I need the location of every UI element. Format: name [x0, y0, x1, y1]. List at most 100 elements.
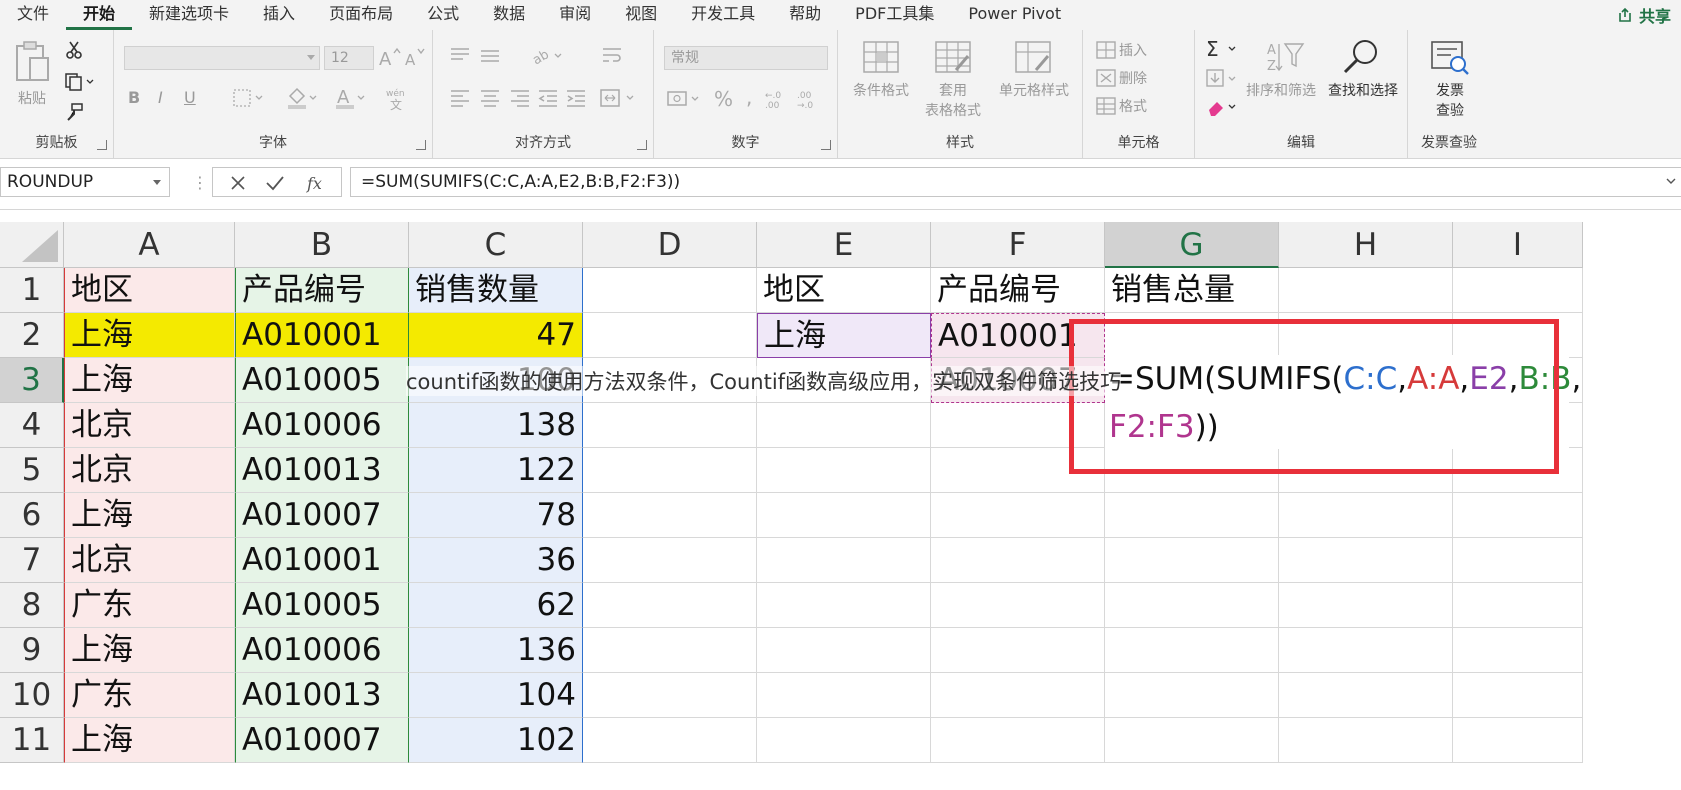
cell-h8[interactable]: [1279, 583, 1453, 628]
cell-d2[interactable]: [583, 313, 757, 358]
cell-a2[interactable]: 上海: [64, 313, 235, 358]
name-box-dropdown-icon[interactable]: [153, 180, 161, 185]
expand-formula-bar-icon[interactable]: [1665, 177, 1677, 187]
cell-d9[interactable]: [583, 628, 757, 673]
sort-filter-icon[interactable]: AZ: [1265, 40, 1305, 74]
decrease-decimal-icon[interactable]: .00 →.0: [796, 88, 826, 110]
conditional-format-label[interactable]: 条件格式: [844, 80, 918, 100]
decrease-font-icon[interactable]: A: [404, 46, 428, 68]
cell-b11[interactable]: A010007: [235, 718, 409, 763]
cell-h1[interactable]: [1279, 268, 1453, 313]
autosum-icon[interactable]: Σ: [1205, 38, 1239, 60]
cell-h6[interactable]: [1279, 493, 1453, 538]
cell-c4[interactable]: 138: [409, 403, 583, 448]
row-header-4[interactable]: 4: [0, 403, 64, 448]
cut-icon[interactable]: [64, 40, 84, 60]
tab-5[interactable]: 公式: [410, 0, 476, 30]
cell-styles-label[interactable]: 单元格样式: [992, 80, 1076, 100]
tab-1[interactable]: 开始: [66, 0, 133, 30]
cell-f5[interactable]: [931, 448, 1105, 493]
column-header-d[interactable]: D: [583, 222, 757, 268]
column-header-g[interactable]: G: [1105, 222, 1279, 268]
increase-decimal-icon[interactable]: ←.0.00: [764, 88, 794, 110]
cell-e2[interactable]: 上海: [757, 313, 931, 358]
cell-b6[interactable]: A010007: [235, 493, 409, 538]
row-header-11[interactable]: 11: [0, 718, 64, 763]
cell-f4[interactable]: [931, 403, 1105, 448]
row-header-3[interactable]: 3: [0, 358, 64, 403]
delete-cells-label[interactable]: 删除: [1119, 68, 1147, 88]
cell-h5[interactable]: [1279, 448, 1453, 493]
tab-2[interactable]: 新建选项卡: [132, 0, 246, 30]
cell-f2[interactable]: A010001: [931, 313, 1105, 358]
row-header-5[interactable]: 5: [0, 448, 64, 493]
column-header-h[interactable]: H: [1279, 222, 1453, 268]
cell-g9[interactable]: [1105, 628, 1279, 673]
cell-d7[interactable]: [583, 538, 757, 583]
cell-c3[interactable]: 100: [409, 358, 583, 403]
cell-a7[interactable]: 北京: [64, 538, 235, 583]
cell-a11[interactable]: 上海: [64, 718, 235, 763]
row-header-10[interactable]: 10: [0, 673, 64, 718]
cell-f10[interactable]: [931, 673, 1105, 718]
invoice-check-label-2[interactable]: 查验: [1430, 100, 1470, 120]
font-launcher-icon[interactable]: [416, 140, 426, 150]
select-all-corner[interactable]: [0, 222, 64, 268]
tab-0[interactable]: 文件: [0, 0, 66, 30]
tab-4[interactable]: 页面布局: [312, 0, 410, 30]
cell-a4[interactable]: 北京: [64, 403, 235, 448]
decrease-indent-icon[interactable]: [537, 88, 559, 108]
insert-cells-label[interactable]: 插入: [1119, 40, 1147, 60]
cell-i9[interactable]: [1453, 628, 1583, 673]
format-as-table-icon[interactable]: [934, 40, 972, 74]
clear-icon[interactable]: [1205, 96, 1239, 118]
find-select-label[interactable]: 查找和选择: [1323, 80, 1403, 100]
row-header-2[interactable]: 2: [0, 313, 64, 358]
font-name-select[interactable]: [124, 46, 320, 70]
cell-f1[interactable]: 产品编号: [931, 268, 1105, 313]
cell-b10[interactable]: A010013: [235, 673, 409, 718]
formula-input[interactable]: =SUM(SUMIFS(C:C,A:A,E2,B:B,F2:F3)): [350, 167, 1681, 197]
cell-f11[interactable]: [931, 718, 1105, 763]
tab-12[interactable]: Power Pivot: [951, 0, 1078, 30]
cell-i3[interactable]: [1453, 358, 1583, 403]
invoice-check-label-1[interactable]: 发票: [1430, 80, 1470, 100]
fill-icon[interactable]: [1205, 68, 1239, 90]
cell-a5[interactable]: 北京: [64, 448, 235, 493]
cell-c9[interactable]: 136: [409, 628, 583, 673]
tab-3[interactable]: 插入: [246, 0, 312, 30]
tab-6[interactable]: 数据: [476, 0, 542, 30]
cell-e8[interactable]: [757, 583, 931, 628]
cell-c11[interactable]: 102: [409, 718, 583, 763]
alignment-launcher-icon[interactable]: [637, 140, 647, 150]
borders-icon[interactable]: [232, 88, 266, 108]
cell-h2[interactable]: [1279, 313, 1453, 358]
comma-style-icon[interactable]: ,: [742, 86, 762, 110]
cell-i7[interactable]: [1453, 538, 1583, 583]
cell-d10[interactable]: [583, 673, 757, 718]
cell-g5[interactable]: [1105, 448, 1279, 493]
cell-b2[interactable]: A010001: [235, 313, 409, 358]
invoice-check-icon[interactable]: [1430, 40, 1470, 76]
insert-cells-icon[interactable]: [1095, 40, 1117, 60]
number-format-select[interactable]: 常规: [664, 46, 828, 70]
column-header-e[interactable]: E: [757, 222, 931, 268]
cell-a9[interactable]: 上海: [64, 628, 235, 673]
align-middle-icon[interactable]: [479, 46, 501, 66]
wrap-text-icon[interactable]: [601, 46, 623, 66]
cell-a10[interactable]: 广东: [64, 673, 235, 718]
align-center-icon[interactable]: [479, 88, 501, 108]
cell-g1[interactable]: 销售总量: [1105, 268, 1279, 313]
cell-a3[interactable]: 上海: [64, 358, 235, 403]
cell-f8[interactable]: [931, 583, 1105, 628]
cell-e6[interactable]: [757, 493, 931, 538]
cell-i10[interactable]: [1453, 673, 1583, 718]
tab-7[interactable]: 审阅: [542, 0, 608, 30]
tab-10[interactable]: 帮助: [772, 0, 838, 30]
cell-e11[interactable]: [757, 718, 931, 763]
cell-i1[interactable]: [1453, 268, 1583, 313]
cell-styles-icon[interactable]: [1014, 40, 1052, 74]
tab-9[interactable]: 开发工具: [674, 0, 772, 30]
cell-i2[interactable]: [1453, 313, 1583, 358]
column-header-i[interactable]: I: [1453, 222, 1583, 268]
